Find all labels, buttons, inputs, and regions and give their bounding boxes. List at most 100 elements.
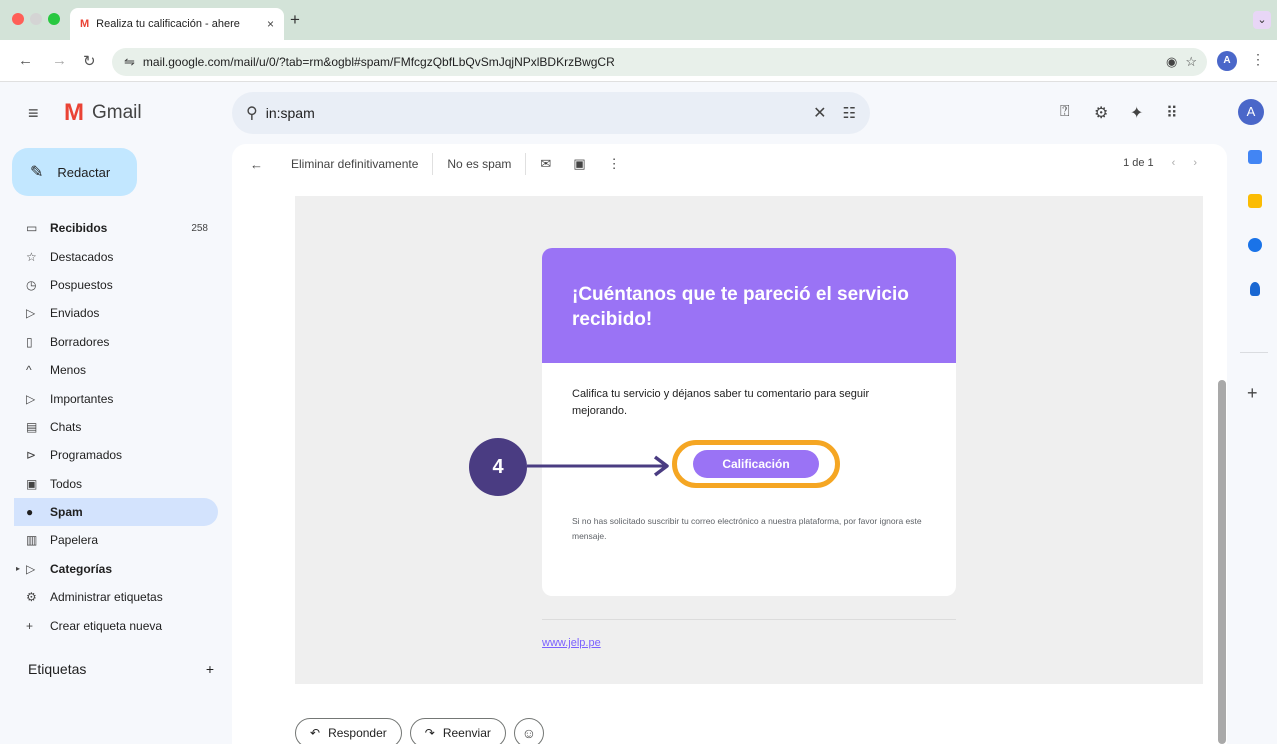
chevron-right-icon[interactable]: › [1193, 157, 1197, 169]
email-card: ¡Cuéntanos que te pareció el servicio re… [542, 248, 956, 596]
toolbar-divider [525, 153, 527, 175]
forward-button[interactable]: ↷ Reenviar [409, 718, 506, 744]
emoji-reaction-button[interactable]: ☺ [513, 718, 544, 744]
sidebar-item-label: Crear etiqueta nueva [50, 618, 163, 633]
reply-arrow-icon: ↶ [310, 726, 321, 740]
sidebar-item-label: Administrar etiquetas [50, 590, 163, 605]
calificacion-button[interactable]: Calificación [693, 450, 819, 478]
site-settings-icon[interactable]: ⇋ [124, 54, 135, 70]
keep-icon[interactable] [1248, 194, 1262, 208]
apps-grid-icon[interactable]: ⠿ [1166, 103, 1178, 123]
address-bar[interactable]: ⇋ mail.google.com/mail/u/0/?tab=rm&ogbl#… [112, 48, 1207, 76]
sidebar-item-programados[interactable]: ⊳ Programados [14, 441, 218, 469]
sidebar-item-label: Spam [50, 505, 83, 520]
sidebar-item-label: Borradores [50, 334, 110, 349]
new-tab-button[interactable]: + [290, 10, 300, 30]
delete-forever-button[interactable]: Eliminar definitivamente [291, 157, 418, 171]
account-avatar[interactable]: A [1238, 99, 1264, 125]
gmail-favicon-icon: M [80, 18, 90, 30]
sidebar-item-categorias[interactable]: ▷ Categorías [14, 555, 218, 583]
sidebar-item-label: Categorías [50, 561, 113, 576]
move-to-folder-icon[interactable]: ▣ [573, 156, 585, 172]
website-link[interactable]: www.jelp.pe [542, 637, 601, 649]
add-addon-icon[interactable]: + [1247, 383, 1258, 404]
sidebar-item-administrar-etiquetas[interactable]: ⚙ Administrar etiquetas [14, 583, 218, 611]
more-options-icon[interactable]: ⋮ [608, 156, 621, 172]
send-icon: ▷ [26, 306, 36, 321]
sidebar-item-label: Destacados [50, 249, 114, 264]
forward-label: Reenviar [442, 726, 491, 740]
reply-label: Responder [328, 726, 387, 740]
window-zoom-button[interactable] [48, 13, 60, 25]
scrollbar[interactable] [1218, 380, 1226, 744]
compose-button[interactable]: ✎ Redactar [12, 148, 137, 196]
search-icon[interactable]: ⚲ [246, 103, 258, 123]
sidebar-item-todos[interactable]: ▣ Todos [14, 470, 218, 498]
calendar-icon[interactable] [1248, 150, 1262, 164]
browser-profile-avatar[interactable]: A [1217, 51, 1237, 71]
sidebar-item-enviados[interactable]: ▷ Enviados [14, 299, 218, 327]
sidebar-item-spam[interactable]: ● Spam [14, 497, 218, 527]
settings-gear-icon: ⚙ [26, 590, 37, 605]
sidebar-item-importantes[interactable]: ▷ Importantes [14, 384, 218, 412]
reply-actions: ↶ Responder ↷ Reenviar ☺ [295, 718, 544, 744]
settings-gear-icon[interactable]: ⚙ [1094, 103, 1108, 123]
sidebar-item-label: Menos [50, 363, 87, 378]
star-icon: ☆ [26, 249, 37, 264]
bookmark-star-icon[interactable]: ☆ [1185, 54, 1197, 70]
help-icon[interactable]: ⍰ [1060, 103, 1070, 121]
sidebar-item-crear-etiqueta[interactable]: + Crear etiqueta nueva [14, 611, 218, 639]
gmail-logo[interactable]: M Gmail [64, 99, 142, 127]
spam-alert-icon: ● [26, 505, 34, 520]
sidebar-item-pospuestos[interactable]: ◷ Pospuestos [14, 271, 218, 299]
sidebar-item-label: Papelera [50, 533, 99, 548]
sidebar-item-borradores[interactable]: ▯ Borradores [14, 328, 218, 356]
chevron-up-icon: ^ [26, 363, 32, 378]
sidebar-item-recibidos[interactable]: ▭ Recibidos 258 [14, 214, 218, 242]
eye-icon[interactable]: ◉ [1166, 54, 1177, 70]
email-panel: ← Eliminar definitivamente No es spam ✉ … [232, 144, 1227, 744]
gemini-sparkle-icon[interactable]: ✦ [1130, 103, 1143, 123]
sidebar-item-label: Importantes [50, 391, 114, 406]
tab-close-icon[interactable]: × [267, 17, 274, 31]
not-spam-button[interactable]: No es spam [447, 157, 511, 171]
sidebar-item-label: Chats [50, 419, 82, 434]
compose-label: Redactar [57, 164, 111, 180]
sidebar-item-destacados[interactable]: ☆ Destacados [14, 242, 218, 270]
search-input[interactable] [265, 105, 814, 121]
tab-search-button[interactable]: ⌄ [1253, 11, 1271, 29]
email-content-area: ¡Cuéntanos que te pareció el servicio re… [295, 196, 1203, 684]
back-arrow-icon[interactable]: ← [250, 157, 263, 172]
tab-title: Realiza tu calificación - ahere [96, 18, 240, 30]
search-options-icon[interactable]: ☷ [843, 104, 856, 122]
sidebar-item-menos[interactable]: ^ Menos [14, 356, 218, 384]
inbox-icon: ▭ [26, 221, 38, 236]
mark-unread-icon[interactable]: ✉ [540, 156, 551, 172]
browser-tab[interactable]: M Realiza tu calificación - ahere × [70, 8, 284, 40]
clear-search-icon[interactable]: ✕ [813, 103, 826, 123]
email-footer-text: Si no has solicitado suscribir tu correo… [572, 516, 922, 541]
forward-arrow-icon[interactable]: → [52, 52, 67, 69]
back-arrow-icon[interactable]: ← [18, 52, 33, 69]
label-tag-icon: ▷ [26, 561, 36, 576]
window-close-button[interactable] [12, 13, 24, 25]
window-minimize-button[interactable] [30, 13, 42, 25]
add-label-button[interactable]: + [206, 661, 214, 677]
step-arrow-icon [527, 455, 669, 477]
main-menu-icon[interactable]: ≡ [28, 103, 39, 124]
sidebar-item-papelera[interactable]: ▥ Papelera [14, 526, 218, 554]
labels-section: Etiquetas + [28, 661, 214, 677]
unread-count: 258 [191, 222, 208, 234]
chevron-left-icon[interactable]: ‹ [1172, 157, 1176, 169]
email-toolbar: ← Eliminar definitivamente No es spam ✉ … [232, 144, 1227, 184]
pager-text: 1 de 1 [1123, 157, 1154, 169]
browser-menu-icon[interactable]: ⋮ [1251, 51, 1265, 68]
contacts-icon[interactable] [1250, 282, 1260, 296]
browser-tabstrip: M Realiza tu calificación - ahere × + ⌄ [0, 0, 1277, 40]
plus-icon: + [26, 618, 34, 633]
tasks-icon[interactable] [1248, 238, 1262, 252]
email-body-text: Califica tu servicio y déjanos saber tu … [572, 388, 870, 417]
reply-button[interactable]: ↶ Responder [295, 718, 402, 744]
sidebar-item-chats[interactable]: ▤ Chats [14, 413, 218, 441]
reload-icon[interactable]: ↻ [83, 52, 96, 70]
